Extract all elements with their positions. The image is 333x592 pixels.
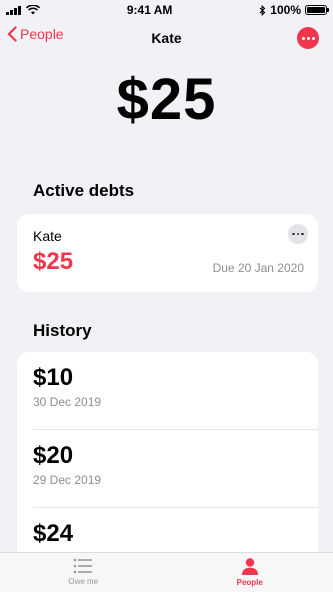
tab-label: Owe me — [68, 577, 99, 586]
tab-bar: Owe me People — [0, 552, 333, 592]
history-heading: History — [33, 321, 92, 340]
bluetooth-icon — [259, 4, 266, 16]
cellular-signal-icon — [6, 5, 21, 15]
tab-people[interactable]: People — [167, 553, 333, 592]
person-icon — [241, 558, 258, 575]
history-date: 30 Dec 2019 — [33, 395, 102, 409]
total-amount: $25 — [116, 67, 217, 132]
history-list: $10 30 Dec 2019 $20 29 Dec 2019 $24 — [17, 352, 318, 572]
list-icon — [73, 558, 93, 574]
ellipsis-icon — [292, 232, 295, 236]
active-debts-heading: Active debts — [33, 181, 135, 200]
more-options-button[interactable] — [297, 27, 319, 49]
status-time: 9:41 AM — [126, 3, 173, 17]
chevron-left-icon — [7, 26, 17, 42]
battery-percent: 100% — [270, 3, 301, 17]
tab-label: People — [236, 578, 263, 587]
history-amount: $10 — [33, 364, 74, 391]
navigation-bar: People Kate — [0, 24, 333, 52]
debt-due-date: Due 20 Jan 2020 — [212, 261, 304, 275]
history-amount: $20 — [33, 442, 74, 469]
back-button[interactable]: People — [7, 26, 64, 42]
history-item[interactable]: $10 30 Dec 2019 — [33, 352, 318, 430]
ellipsis-icon — [301, 36, 305, 40]
history-item[interactable]: $20 29 Dec 2019 — [33, 430, 318, 508]
debt-amount: $25 — [33, 248, 74, 275]
history-amount: $24 — [33, 520, 74, 547]
status-bar: 9:41 AM 100% — [0, 0, 333, 20]
debt-person-name: Kate — [33, 228, 62, 244]
history-date: 29 Dec 2019 — [33, 473, 102, 487]
back-button-label: People — [20, 26, 64, 42]
wifi-icon — [26, 5, 40, 15]
tab-owe-me[interactable]: Owe me — [0, 553, 167, 592]
battery-icon — [305, 5, 329, 15]
active-debt-card[interactable]: Kate $25 Due 20 Jan 2020 — [17, 214, 318, 292]
debt-more-button[interactable] — [288, 224, 308, 244]
